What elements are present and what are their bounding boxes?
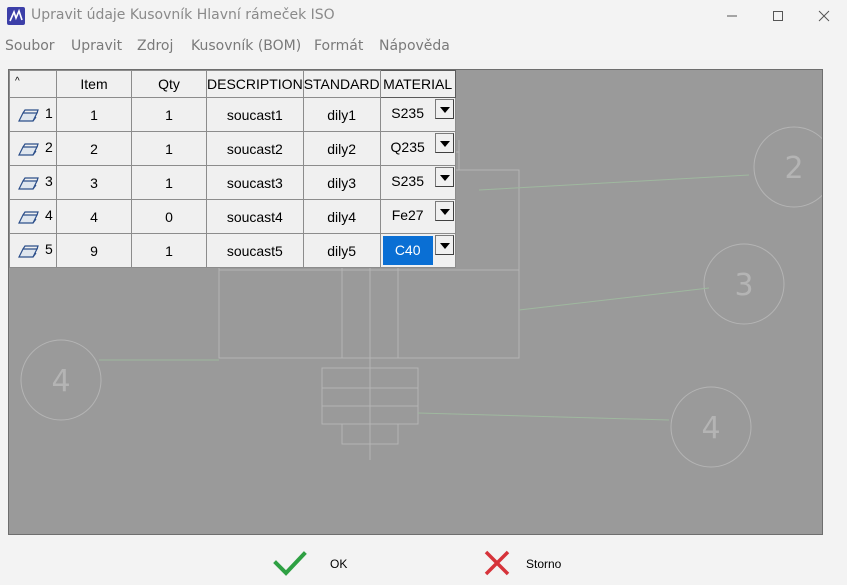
- maximize-icon: [773, 11, 783, 21]
- row-header[interactable]: 5: [9, 233, 57, 268]
- row-index: 2: [45, 139, 53, 155]
- cancel-x-icon: [484, 550, 510, 576]
- menu-file[interactable]: Soubor: [5, 38, 55, 54]
- material-dropdown-button[interactable]: [434, 99, 454, 119]
- row-header[interactable]: 1: [9, 97, 57, 132]
- material-value[interactable]: Q235: [381, 139, 435, 155]
- material-value[interactable]: C40: [382, 236, 433, 265]
- chevron-down-icon: [439, 107, 450, 113]
- column-header-material[interactable]: MATERIAL: [379, 70, 456, 98]
- row-index: 4: [45, 207, 53, 223]
- cell-item[interactable]: 4: [56, 199, 132, 234]
- chevron-down-icon: [439, 209, 450, 215]
- minimize-button[interactable]: [709, 0, 755, 32]
- table-row[interactable]: 4 4 0 soucast4 dily4 Fe27: [9, 199, 456, 234]
- material-dropdown-button[interactable]: [434, 235, 454, 255]
- cell-qty[interactable]: 0: [131, 199, 207, 234]
- row-header[interactable]: 2: [9, 131, 57, 166]
- select-all-corner[interactable]: ^: [9, 70, 57, 98]
- chevron-down-icon: [439, 243, 450, 249]
- callout-3: 3: [734, 268, 753, 303]
- callout-4b: 4: [701, 411, 720, 446]
- cell-material[interactable]: Fe27: [379, 199, 456, 234]
- close-icon: [818, 10, 830, 22]
- checkmark-icon: [273, 551, 307, 576]
- close-button[interactable]: [801, 0, 847, 32]
- app-icon: [7, 7, 25, 25]
- cell-material[interactable]: C40: [379, 233, 456, 268]
- part-icon: [18, 211, 39, 224]
- ok-button[interactable]: OK: [272, 548, 362, 580]
- material-dropdown-button[interactable]: [434, 133, 454, 153]
- cell-description[interactable]: soucast1: [206, 97, 304, 132]
- cell-description[interactable]: soucast4: [206, 199, 304, 234]
- menu-bom[interactable]: Kusovník (BOM): [191, 38, 301, 54]
- cell-standard[interactable]: dily2: [302, 131, 381, 166]
- cell-material[interactable]: Q235: [379, 131, 456, 166]
- material-value[interactable]: S235: [381, 105, 435, 121]
- cell-qty[interactable]: 1: [131, 165, 207, 200]
- material-value[interactable]: S235: [381, 173, 435, 189]
- header-row: ^ Item Qty DESCRIPTION STANDARD MATERIAL: [9, 70, 456, 98]
- column-header-item[interactable]: Item: [56, 70, 132, 98]
- drawing-canvas: 2 3 4 4 ^ Item Qty DESCRIPTION STANDARD …: [8, 69, 823, 535]
- cell-standard[interactable]: dily1: [302, 97, 381, 132]
- bom-table: ^ Item Qty DESCRIPTION STANDARD MATERIAL…: [9, 70, 456, 268]
- cell-item[interactable]: 2: [56, 131, 132, 166]
- menu-help[interactable]: Nápověda: [379, 38, 450, 54]
- cell-qty[interactable]: 1: [131, 233, 207, 268]
- cell-qty[interactable]: 1: [131, 97, 207, 132]
- ok-label: OK: [330, 557, 348, 571]
- menu-format[interactable]: Formát: [314, 38, 363, 54]
- menu-edit[interactable]: Upravit: [71, 38, 122, 54]
- footer: OK Storno: [0, 540, 847, 585]
- part-icon: [18, 177, 39, 190]
- cell-standard[interactable]: dily4: [302, 199, 381, 234]
- part-icon: [18, 245, 39, 258]
- row-index: 3: [45, 173, 53, 189]
- row-index: 5: [45, 241, 53, 257]
- title-bar: Upravit údaje Kusovník Hlavní rámeček IS…: [0, 0, 847, 32]
- callout-4a: 4: [51, 364, 70, 399]
- cancel-button[interactable]: Storno: [482, 548, 582, 580]
- row-index: 1: [45, 105, 53, 121]
- part-icon: [18, 143, 39, 156]
- chevron-down-icon: [439, 175, 450, 181]
- material-value[interactable]: Fe27: [381, 207, 435, 223]
- cell-item[interactable]: 3: [56, 165, 132, 200]
- table-row[interactable]: 5 9 1 soucast5 dily5 C40: [9, 233, 456, 268]
- maximize-button[interactable]: [755, 0, 801, 32]
- cell-description[interactable]: soucast3: [206, 165, 304, 200]
- table-row[interactable]: 1 1 1 soucast1 dily1 S235: [9, 97, 456, 132]
- row-header[interactable]: 3: [9, 165, 57, 200]
- cell-item[interactable]: 1: [56, 97, 132, 132]
- table-row[interactable]: 3 3 1 soucast3 dily3 S235: [9, 165, 456, 200]
- chevron-down-icon: [439, 141, 450, 147]
- cell-standard[interactable]: dily3: [302, 165, 381, 200]
- cancel-label: Storno: [526, 557, 562, 571]
- callout-2: 2: [784, 151, 803, 186]
- cell-standard[interactable]: dily5: [302, 233, 381, 268]
- menu-source[interactable]: Zdroj: [137, 38, 173, 54]
- row-header[interactable]: 4: [9, 199, 57, 234]
- menu-bar: Soubor Upravit Zdroj Kusovník (BOM) Form…: [0, 34, 847, 60]
- material-dropdown-button[interactable]: [434, 201, 454, 221]
- cell-description[interactable]: soucast2: [206, 131, 304, 166]
- column-header-qty[interactable]: Qty: [131, 70, 207, 98]
- material-dropdown-button[interactable]: [434, 167, 454, 187]
- part-icon: [18, 109, 39, 122]
- table-row[interactable]: 2 2 1 soucast2 dily2 Q235: [9, 131, 456, 166]
- cell-item[interactable]: 9: [56, 233, 132, 268]
- column-header-description[interactable]: DESCRIPTION: [206, 70, 304, 98]
- cell-description[interactable]: soucast5: [206, 233, 304, 268]
- cell-material[interactable]: S235: [379, 97, 456, 132]
- cell-material[interactable]: S235: [379, 165, 456, 200]
- column-header-standard[interactable]: STANDARD: [302, 70, 381, 98]
- window-title: Upravit údaje Kusovník Hlavní rámeček IS…: [31, 7, 335, 23]
- minimize-icon: [727, 15, 737, 17]
- cell-qty[interactable]: 1: [131, 131, 207, 166]
